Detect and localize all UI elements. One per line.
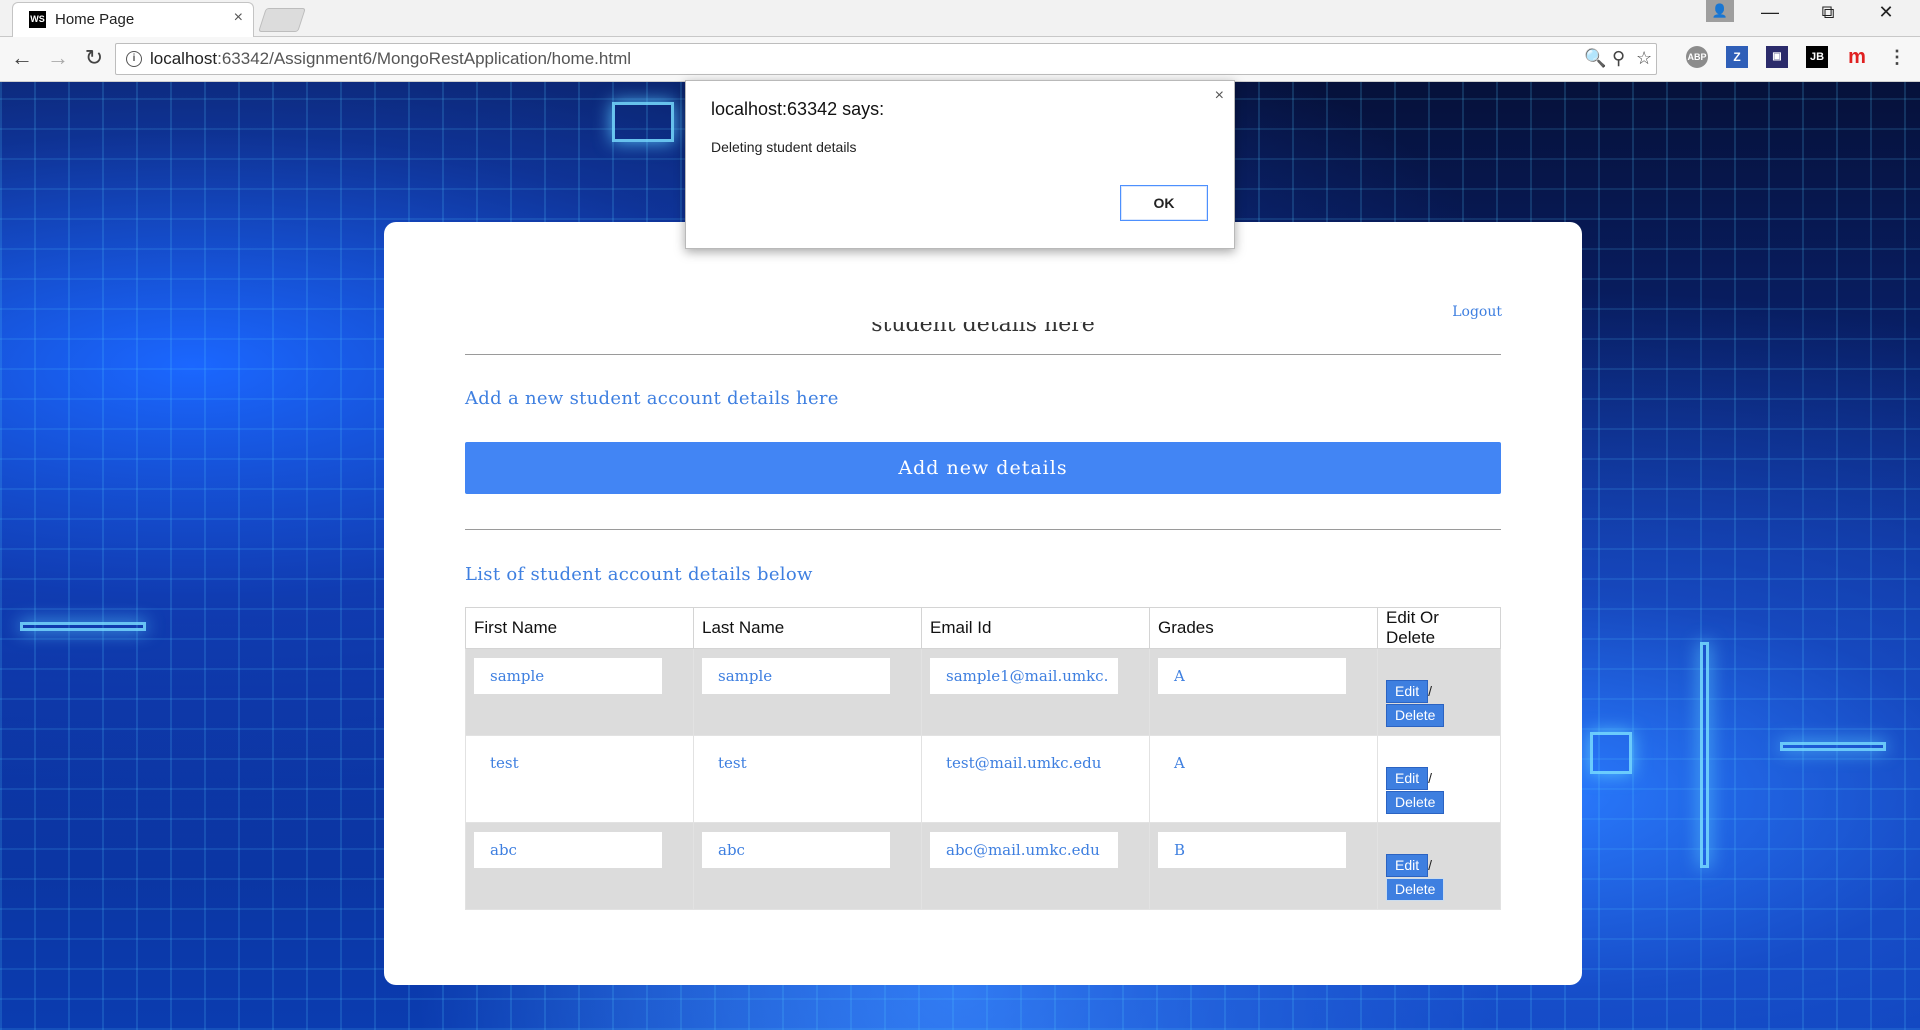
students-table: First Name Last Name Email Id Grades Edi…	[465, 607, 1501, 910]
address-bar[interactable]: i localhost:63342/Assignment6/MongoRestA…	[115, 43, 1657, 75]
tab-close-icon[interactable]: ×	[234, 9, 243, 27]
bookmark-star-icon[interactable]: ☆	[1636, 48, 1652, 69]
first-name-text: test	[490, 754, 519, 772]
tab-title: Home Page	[55, 11, 135, 28]
col-edit-delete: Edit Or Delete	[1377, 607, 1501, 649]
delete-button[interactable]: Delete	[1386, 878, 1445, 901]
grade-text: A	[1174, 754, 1185, 772]
page-title: student details here	[871, 312, 1095, 337]
forward-icon[interactable]: →	[44, 45, 72, 71]
logout-link[interactable]: Logout	[1452, 304, 1502, 320]
m-extension-icon[interactable]: m	[1846, 46, 1868, 68]
main-card: student details here Logout Add a new st…	[384, 222, 1582, 985]
extension-icon[interactable]: ▣	[1766, 46, 1788, 68]
add-student-heading[interactable]: Add a new student account details here	[465, 388, 839, 409]
decor-light	[1590, 732, 1632, 774]
divider	[465, 354, 1501, 355]
browser-tabstrip: WS Home Page × 👤 — ⧉ ✕	[0, 0, 1920, 37]
col-first-name: First Name	[465, 607, 694, 649]
restore-icon[interactable]: ⧉	[1808, 2, 1848, 23]
jetbrains-icon[interactable]: JB	[1806, 46, 1828, 68]
edit-button[interactable]: Edit	[1386, 680, 1429, 703]
webstorm-favicon-icon: WS	[29, 11, 46, 28]
browser-tab[interactable]: WS Home Page ×	[12, 2, 254, 37]
dialog-title: localhost:63342 says:	[711, 99, 885, 119]
key-icon[interactable]: ⚲	[1612, 48, 1625, 69]
dialog-close-icon[interactable]: ×	[1215, 87, 1224, 105]
add-new-details-button[interactable]: Add new details	[465, 442, 1501, 494]
dialog-message: Deleting student details	[711, 139, 857, 155]
url-text: localhost:63342/Assignment6/MongoRestApp…	[150, 49, 631, 69]
zoom-icon[interactable]: 🔍	[1584, 48, 1606, 69]
email-field[interactable]: sample1@mail.umkc.	[930, 658, 1118, 694]
back-icon[interactable]: ←	[8, 45, 36, 71]
url-host: localhost	[150, 49, 218, 68]
grade-field[interactable]: B	[1158, 832, 1346, 868]
decor-light	[20, 622, 146, 631]
close-window-icon[interactable]: ✕	[1866, 2, 1906, 23]
url-path: :63342/Assignment6/MongoRestApplication/…	[217, 49, 632, 68]
col-email: Email Id	[921, 607, 1150, 649]
profile-icon[interactable]: 👤	[1706, 0, 1734, 22]
last-name-text: test	[718, 754, 747, 772]
grade-field[interactable]: A	[1158, 658, 1346, 694]
separator-slash: /	[1428, 683, 1433, 699]
table-header-row: First Name Last Name Email Id Grades Edi…	[465, 607, 1501, 649]
list-heading[interactable]: List of student account details below	[465, 564, 813, 585]
table-row: abc abc abc@mail.umkc.edu B Edit / Delete	[465, 822, 1501, 910]
last-name-field[interactable]: abc	[702, 832, 890, 868]
edit-button[interactable]: Edit	[1386, 854, 1429, 877]
last-name-field[interactable]: sample	[702, 658, 890, 694]
adblock-icon[interactable]: ABP	[1686, 46, 1708, 68]
zotero-icon[interactable]: Z	[1726, 46, 1748, 68]
col-grades: Grades	[1149, 607, 1378, 649]
table-row: sample sample sample1@mail.umkc. A Edit /…	[465, 648, 1501, 736]
menu-icon[interactable]: ⋮	[1886, 46, 1908, 68]
decor-light	[1700, 642, 1709, 868]
delete-button[interactable]: Delete	[1386, 791, 1445, 814]
alert-dialog: localhost:63342 says: Deleting student d…	[685, 80, 1235, 249]
reload-icon[interactable]: ↻	[80, 45, 108, 71]
email-field[interactable]: abc@mail.umkc.edu	[930, 832, 1118, 868]
info-icon[interactable]: i	[126, 51, 142, 67]
decor-light	[612, 102, 674, 142]
decor-light	[1780, 742, 1886, 751]
first-name-field[interactable]: sample	[474, 658, 662, 694]
minimize-icon[interactable]: —	[1750, 2, 1790, 23]
divider	[465, 529, 1501, 530]
table-row: test test test@mail.umkc.edu A Edit / Del…	[465, 735, 1501, 823]
browser-toolbar: ← → ↻ i localhost:63342/Assignment6/Mong…	[0, 37, 1920, 82]
separator-slash: /	[1428, 857, 1433, 873]
new-tab-button[interactable]	[258, 8, 306, 32]
email-text: test@mail.umkc.edu	[946, 754, 1102, 772]
delete-button[interactable]: Delete	[1386, 704, 1445, 727]
col-last-name: Last Name	[693, 607, 922, 649]
edit-button[interactable]: Edit	[1386, 767, 1429, 790]
separator-slash: /	[1428, 770, 1433, 786]
first-name-field[interactable]: abc	[474, 832, 662, 868]
ok-button[interactable]: OK	[1120, 185, 1208, 221]
